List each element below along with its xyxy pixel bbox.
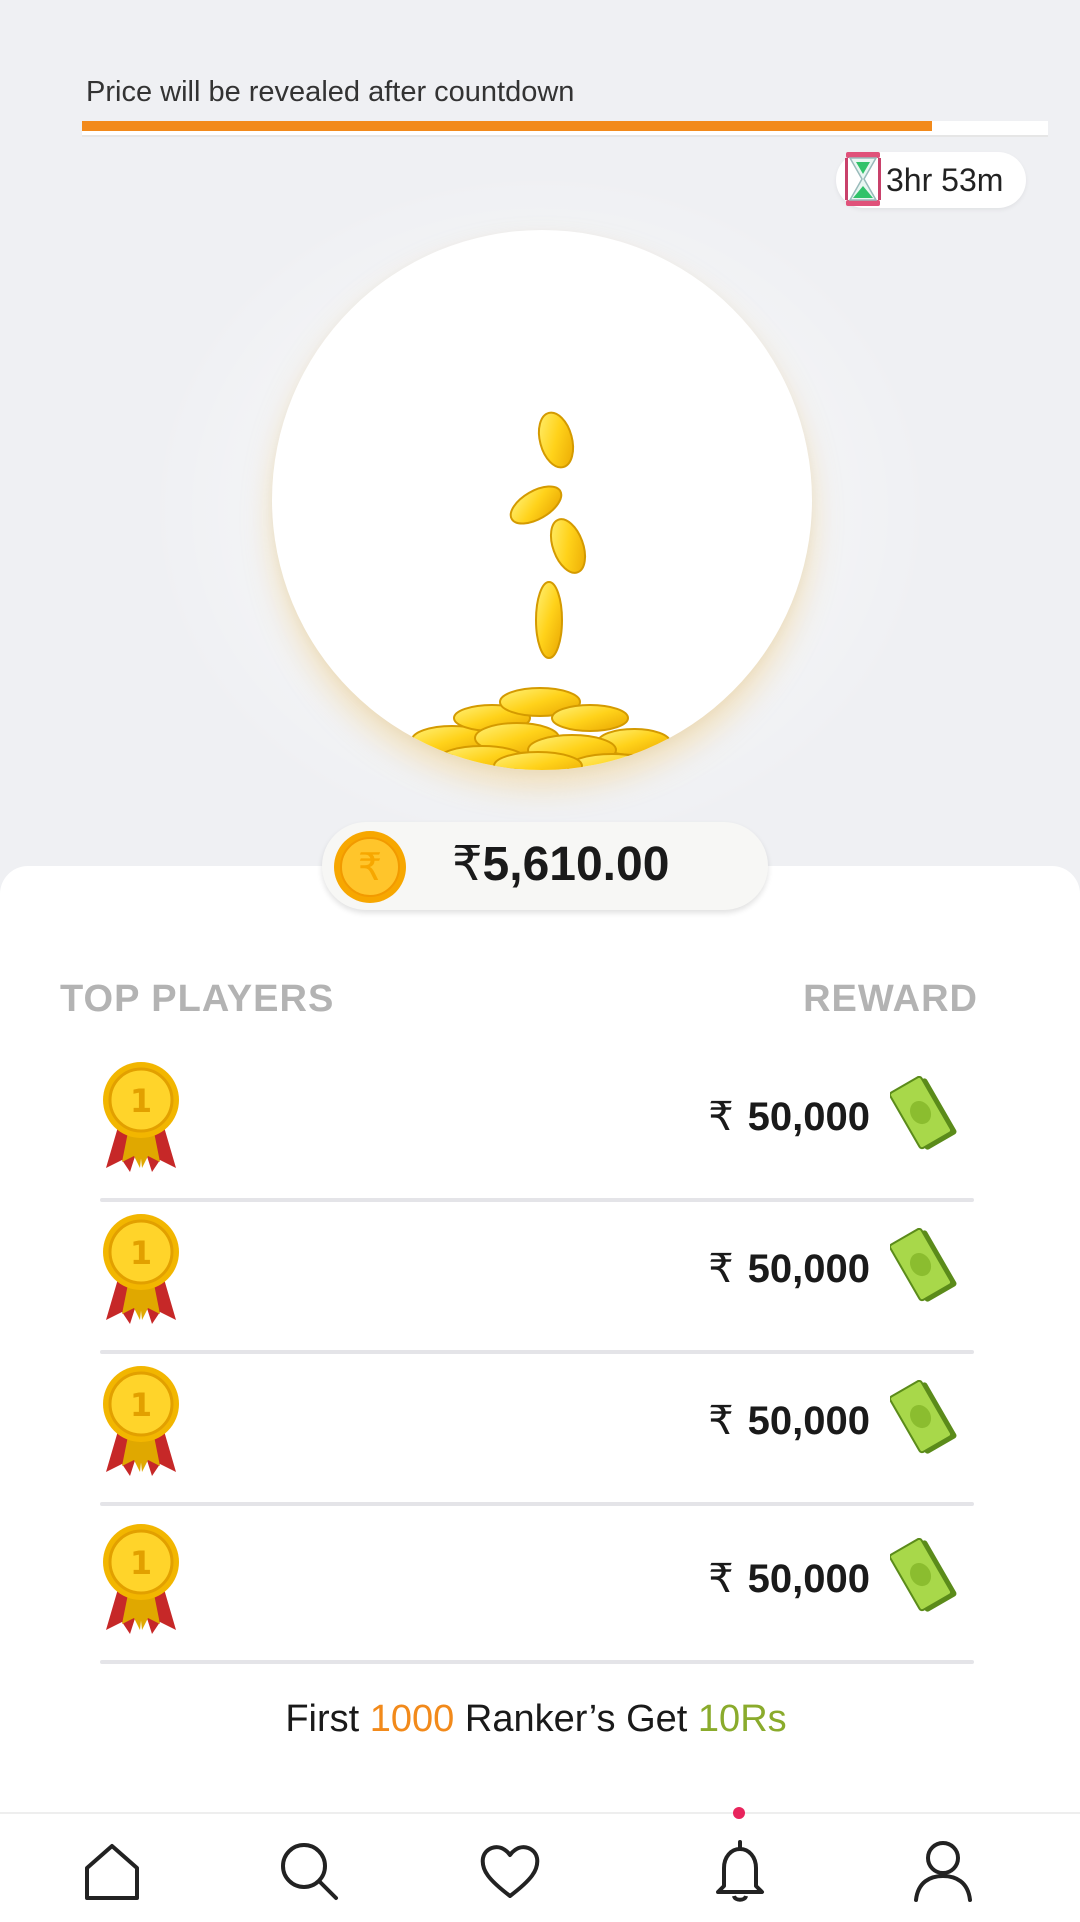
currency-symbol: ₹ (452, 838, 483, 891)
svg-text:1: 1 (130, 1082, 152, 1120)
search-icon (281, 1843, 338, 1900)
nav-favorites-button[interactable] (475, 1836, 545, 1906)
svg-text:1: 1 (130, 1234, 152, 1272)
svg-text:₹: ₹ (358, 845, 382, 889)
ranker-count: 1000 (369, 1698, 455, 1740)
leaderboard-row: 1 ₹50,000 (100, 1354, 974, 1506)
cash-icon (890, 1380, 957, 1454)
nav-home-button[interactable] (77, 1836, 147, 1906)
profile-icon (914, 1841, 972, 1902)
reward-amount: ₹50,000 (708, 1557, 870, 1601)
reward-header: REWARD (803, 978, 978, 1020)
countdown-progress-bar (82, 121, 1048, 137)
leaderboard-row: 1 ₹50,000 (100, 1202, 974, 1354)
countdown-section: Price will be revealed after countdown 3… (0, 0, 1080, 900)
svg-text:1: 1 (130, 1544, 152, 1582)
timer-pill: 3hr 53m (836, 152, 1026, 208)
leaderboard-row: 1 ₹50,000 (100, 1050, 974, 1202)
prize-value: 5,610.00 (482, 838, 670, 891)
falling-coins-icon (411, 411, 671, 770)
cash-icon (890, 1228, 957, 1302)
gold-medal-icon: 1 (103, 1214, 179, 1324)
nav-notifications-button[interactable] (706, 1836, 776, 1906)
nav-profile-button[interactable] (908, 1836, 978, 1906)
cash-icon (890, 1538, 957, 1612)
home-icon (85, 1844, 139, 1900)
countdown-label: Price will be revealed after countdown (86, 76, 575, 108)
prize-illustration (272, 230, 812, 770)
gold-medal-icon: 1 (103, 1062, 179, 1172)
ranker-reward-note: First 1000 Ranker’s Get 10Rs (285, 1698, 787, 1740)
cash-icon (890, 1076, 957, 1150)
heart-icon (480, 1845, 540, 1898)
top-players-header: TOP PLAYERS (60, 978, 335, 1020)
prize-amount-pill: ₹ ₹5,610.00 (322, 822, 768, 910)
row-divider (100, 1502, 974, 1506)
nav-search-button[interactable] (274, 1836, 344, 1906)
row-divider (100, 1660, 974, 1664)
prize-amount: ₹5,610.00 (452, 836, 669, 892)
rupee-coin-icon: ₹ (334, 831, 406, 903)
reward-amount: ₹50,000 (708, 1095, 870, 1139)
svg-text:1: 1 (130, 1386, 152, 1424)
timer-text: 3hr 53m (886, 162, 1004, 198)
gold-medal-icon: 1 (103, 1366, 179, 1476)
countdown-progress-fill (82, 121, 933, 131)
notification-dot (733, 1807, 745, 1819)
reward-amount: ₹50,000 (708, 1399, 870, 1443)
bell-icon (716, 1840, 764, 1902)
leaderboard-row: 1 ₹50,000 (100, 1512, 974, 1664)
ranker-reward: 10Rs (697, 1698, 787, 1740)
reward-amount: ₹50,000 (708, 1247, 870, 1291)
hourglass-icon (845, 152, 881, 206)
gold-medal-icon: 1 (103, 1524, 179, 1634)
